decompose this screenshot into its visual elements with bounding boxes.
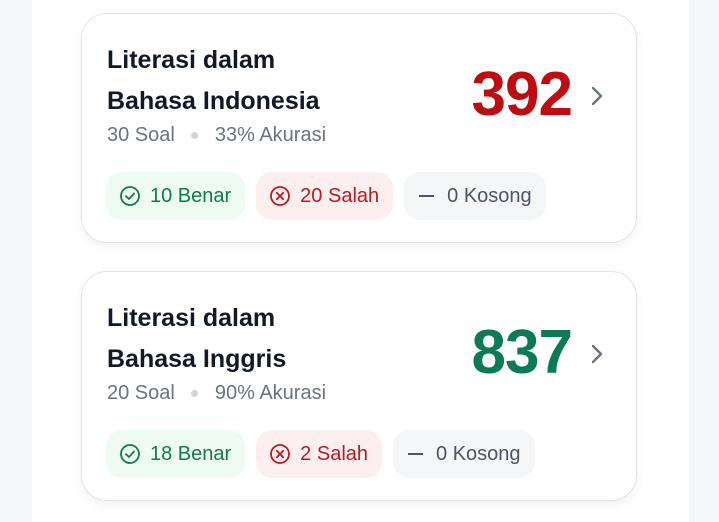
x-circle-icon (270, 444, 291, 464)
correct-count: 18 Benar (150, 442, 232, 465)
empty-count: 0 Kosong (436, 442, 521, 465)
empty-count: 0 Kosong (447, 184, 532, 207)
separator-dot (190, 389, 198, 397)
subject-title-line1: Literasi dalam (107, 46, 276, 74)
wrong-count: 2 Salah (300, 442, 369, 465)
result-meta: 20 Soal 90% Akurasi (107, 380, 326, 406)
separator-dot (190, 131, 198, 139)
dash-icon (408, 453, 424, 455)
subject-title: Literasi dalam Bahasa Inggris (107, 298, 407, 380)
accuracy-label: 33% Akurasi (214, 124, 327, 146)
empty-badge: 0 Kosong (393, 430, 535, 478)
correct-count: 10 Benar (150, 184, 232, 207)
result-card-bahasa-indonesia[interactable]: Literasi dalam Bahasa Indonesia 30 Soal … (81, 13, 637, 243)
correct-badge: 18 Benar (106, 430, 246, 478)
result-meta: 30 Soal 33% Akurasi (107, 122, 326, 148)
wrong-badge: 2 Salah (256, 430, 383, 478)
dash-icon (419, 195, 435, 197)
correct-badge: 10 Benar (106, 172, 246, 220)
chevron-right-icon[interactable] (588, 83, 606, 109)
subject-title-line2: Bahasa Inggris (107, 345, 287, 373)
question-count: 20 Soal (107, 382, 175, 404)
result-card-bahasa-inggris[interactable]: Literasi dalam Bahasa Inggris 20 Soal 90… (81, 271, 637, 501)
accuracy-label: 90% Akurasi (214, 382, 327, 404)
check-circle-icon (120, 444, 140, 464)
score-value: 837 (471, 318, 573, 387)
check-circle-icon (120, 186, 140, 206)
wrong-badge: 20 Salah (256, 172, 394, 220)
subject-title-line1: Literasi dalam (107, 304, 276, 332)
subject-title: Literasi dalam Bahasa Indonesia (107, 40, 407, 122)
wrong-count: 20 Salah (300, 184, 380, 207)
empty-badge: 0 Kosong (404, 172, 546, 220)
answer-summary: 18 Benar 2 Salah 0 Kosong (106, 430, 535, 478)
question-count: 30 Soal (107, 124, 175, 146)
score-value: 392 (471, 60, 573, 129)
answer-summary: 10 Benar 20 Salah 0 Kosong (106, 172, 546, 220)
x-circle-icon (270, 186, 291, 206)
subject-title-line2: Bahasa Indonesia (107, 87, 320, 115)
chevron-right-icon[interactable] (588, 341, 606, 367)
